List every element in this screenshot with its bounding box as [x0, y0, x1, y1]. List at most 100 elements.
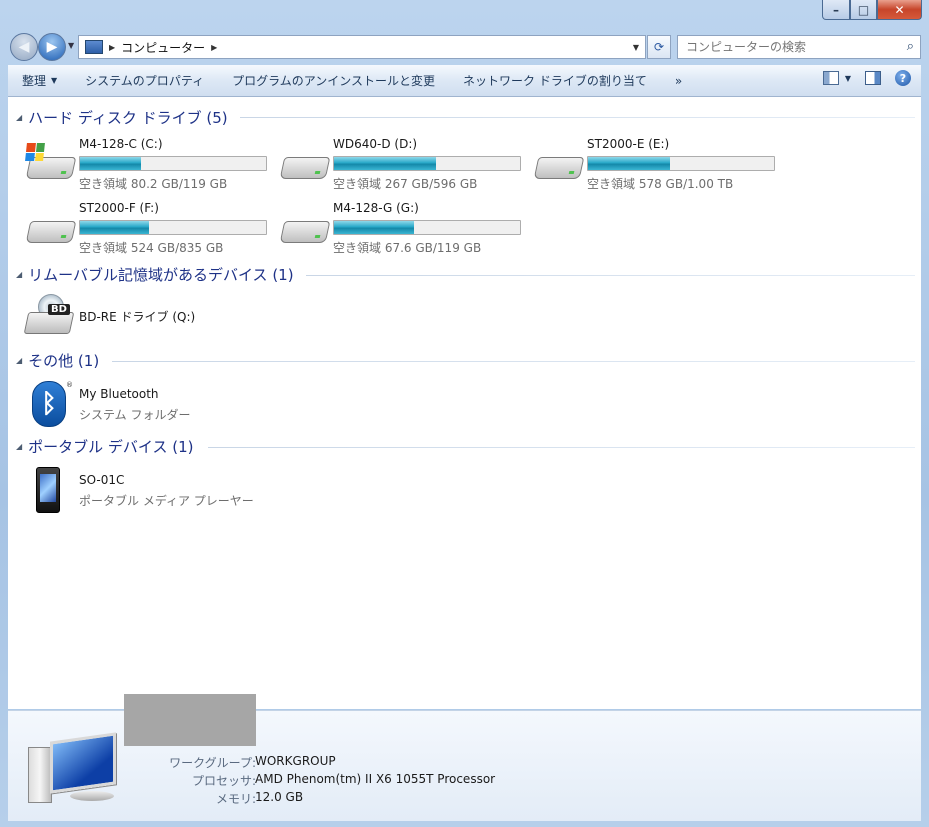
registered-mark: ® [66, 381, 73, 389]
detail-value: AMD Phenom(tm) II X6 1055T Processor [255, 772, 496, 786]
detail-key: プロセッサ: [191, 774, 256, 788]
drive-tile-e[interactable]: ST2000-E (E:) 空き領域 578 GB/1.00 TB [533, 137, 784, 193]
drive-name: M4-128-G (G:) [333, 201, 419, 215]
explorer-window: – □ ✕ ◀ ▶ ▼ ▶ コンピューター ▶ ▼ ⟳ ⌕ 整理 ▼ システムのプ… [0, 0, 929, 827]
refresh-button[interactable]: ⟳ [647, 35, 671, 59]
hard-drive-icon [533, 151, 585, 181]
view-controls: ▼ ? [822, 70, 911, 86]
arrow-right-icon: ▶ [46, 39, 58, 55]
group-title: リムーバブル記憶域があるデバイス (1) [28, 265, 294, 284]
usage-fill [334, 157, 437, 170]
portable-device-tile[interactable]: SO-01C ポータブル メディア プレーヤー [26, 467, 286, 517]
address-bar[interactable]: ▶ コンピューター ▶ ▼ [78, 35, 646, 59]
address-dropdown-icon[interactable]: ▼ [633, 43, 639, 52]
drive-usage-bar [333, 156, 521, 171]
window-controls: – □ ✕ [822, 0, 922, 20]
system-properties-button[interactable]: システムのプロパティ [71, 65, 218, 96]
bluetooth-icon: ᛒ [32, 381, 66, 427]
close-button[interactable]: ✕ [877, 0, 922, 20]
device-name: SO-01C [79, 473, 125, 487]
more-commands-button[interactable]: » [661, 65, 696, 96]
group-divider [240, 117, 915, 118]
drive-name: ST2000-E (E:) [587, 137, 670, 151]
bluetooth-tile[interactable]: ᛒ ® My Bluetooth システム フォルダー [26, 381, 266, 431]
hard-drive-icon [25, 215, 77, 245]
smartphone-icon [36, 467, 60, 513]
command-bar: 整理 ▼ システムのプロパティ プログラムのアンインストールと変更 ネットワーク … [8, 65, 921, 97]
chevron-down-icon: ▼ [844, 73, 851, 83]
search-input[interactable] [678, 39, 888, 55]
drive-free-space: 空き領域 67.6 GB/119 GB [333, 241, 482, 255]
change-view-button[interactable]: ▼ [822, 71, 851, 85]
drive-name: M4-128-C (C:) [79, 137, 163, 151]
maximize-button[interactable]: □ [850, 0, 877, 20]
device-type: ポータブル メディア プレーヤー [79, 494, 254, 508]
drive-usage-bar [79, 156, 267, 171]
drive-usage-bar [587, 156, 775, 171]
uninstall-program-button[interactable]: プログラムのアンインストールと変更 [218, 65, 449, 96]
bd-drive-tile[interactable]: BD BD-RE ドライブ (Q:) [23, 294, 266, 344]
detail-value: WORKGROUP [255, 754, 336, 768]
drive-tile-f[interactable]: ST2000-F (F:) 空き領域 524 GB/835 GB [25, 201, 276, 257]
help-button[interactable]: ? [895, 70, 911, 86]
group-header-hdd[interactable]: ◢ ハード ディスク ドライブ (5) [16, 107, 228, 127]
drive-name: WD640-D (D:) [333, 137, 418, 151]
preview-pane-button[interactable] [865, 71, 881, 85]
detail-key: メモリ: [215, 792, 256, 806]
detail-value: 12.0 GB [255, 790, 304, 804]
drive-tile-c[interactable]: M4-128-C (C:) 空き領域 80.2 GB/119 GB [25, 137, 276, 193]
drive-usage-bar [333, 220, 521, 235]
navigation-bar: ◀ ▶ ▼ ▶ コンピューター ▶ ▼ ⟳ ⌕ [8, 32, 921, 61]
collapse-triangle-icon[interactable]: ◢ [16, 442, 22, 451]
details-pane: ワークグループ: WORKGROUP プロセッサ: AMD Phenom(tm)… [8, 694, 921, 821]
drive-tile-d[interactable]: WD640-D (D:) 空き領域 267 GB/596 GB [279, 137, 530, 193]
group-title: その他 (1) [28, 351, 100, 370]
windows-logo-icon [25, 143, 45, 161]
drive-free-space: 空き領域 524 GB/835 GB [79, 241, 224, 255]
group-divider [208, 447, 915, 448]
forward-button[interactable]: ▶ [38, 33, 66, 61]
bd-badge: BD [48, 304, 70, 315]
organize-button[interactable]: 整理 ▼ [8, 65, 71, 96]
detail-key: ワークグループ: [169, 756, 256, 770]
drive-name: ST2000-F (F:) [79, 201, 159, 215]
chevron-down-icon: ▼ [51, 76, 58, 85]
usage-fill [588, 157, 670, 170]
bd-drive-icon: BD [23, 294, 75, 340]
usage-fill [80, 221, 149, 234]
drive-usage-bar [79, 220, 267, 235]
usage-fill [80, 157, 142, 170]
group-title: ポータブル デバイス (1) [28, 437, 194, 456]
back-button[interactable]: ◀ [10, 33, 38, 61]
hard-drive-icon [279, 151, 331, 181]
refresh-icon: ⟳ [653, 40, 665, 54]
search-box[interactable]: ⌕ [677, 35, 921, 59]
device-name: BD-RE ドライブ (Q:) [79, 310, 196, 324]
device-type: システム フォルダー [79, 408, 191, 422]
group-header-portable[interactable]: ◢ ポータブル デバイス (1) [16, 436, 194, 456]
drive-free-space: 空き領域 80.2 GB/119 GB [79, 177, 228, 191]
arrow-left-icon: ◀ [18, 39, 30, 55]
breadcrumb-computer[interactable]: コンピューター [121, 39, 205, 56]
group-header-removable[interactable]: ◢ リムーバブル記憶域があるデバイス (1) [16, 264, 294, 284]
collapse-triangle-icon[interactable]: ◢ [16, 356, 22, 365]
content-pane: ◢ ハード ディスク ドライブ (5) M4-128-C (C:) 空き領域 80… [8, 97, 921, 709]
collapse-triangle-icon[interactable]: ◢ [16, 113, 22, 122]
redacted-computer-name [124, 694, 256, 746]
breadcrumb-separator-icon[interactable]: ▶ [109, 43, 115, 52]
usage-fill [334, 221, 414, 234]
group-title: ハード ディスク ドライブ (5) [28, 108, 228, 127]
drive-tile-g[interactable]: M4-128-G (G:) 空き領域 67.6 GB/119 GB [279, 201, 530, 257]
map-network-drive-button[interactable]: ネットワーク ドライブの割り当て [449, 65, 661, 96]
organize-label: 整理 [22, 74, 47, 88]
collapse-triangle-icon[interactable]: ◢ [16, 270, 22, 279]
minimize-button[interactable]: – [822, 0, 850, 20]
device-name: My Bluetooth [79, 387, 159, 401]
group-divider [306, 275, 915, 276]
recent-pages-dropdown[interactable]: ▼ [68, 41, 74, 50]
search-icon[interactable]: ⌕ [907, 39, 914, 54]
hard-drive-icon [25, 143, 77, 181]
drive-free-space: 空き領域 267 GB/596 GB [333, 177, 478, 191]
breadcrumb-separator-icon[interactable]: ▶ [211, 43, 217, 52]
group-header-other[interactable]: ◢ その他 (1) [16, 350, 99, 370]
